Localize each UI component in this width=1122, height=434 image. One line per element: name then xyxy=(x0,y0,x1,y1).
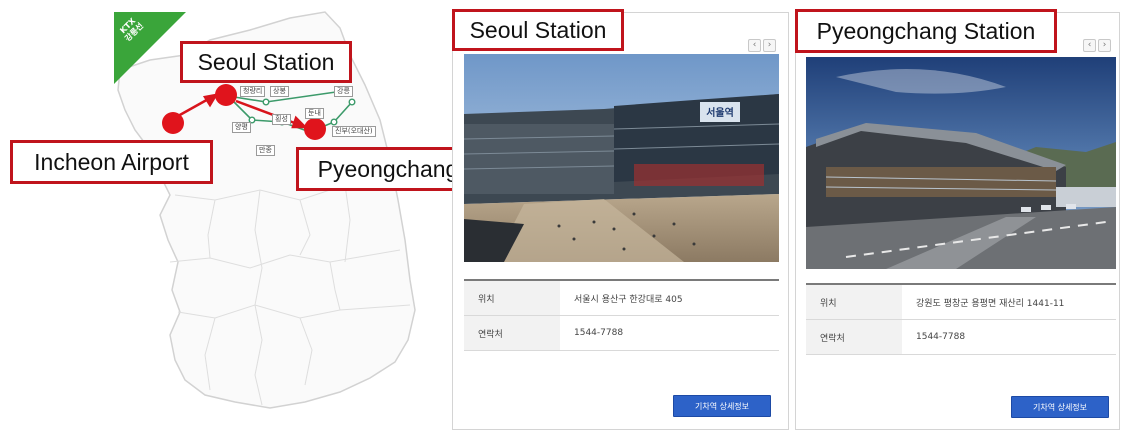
seoul-info-table: 위치 서울시 용산구 한강대로 405 연락처 1544-7788 xyxy=(464,279,779,351)
pyeongchang-station-photo xyxy=(806,57,1116,269)
table-row: 연락처 1544-7788 xyxy=(806,320,1116,355)
pyeongchang-detail-button[interactable]: 기차역 상세정보 xyxy=(1011,396,1109,418)
seoul-panel-nav: ‹ › xyxy=(748,39,776,52)
station-label: 강릉 xyxy=(334,86,353,97)
station-label: 진부(오대산) xyxy=(332,126,376,137)
station-label: 상봉 xyxy=(270,86,289,97)
station-label: 만종 xyxy=(256,145,275,156)
seoul-station-callout: Seoul Station xyxy=(180,41,352,83)
seoul-panel-title: Seoul Station xyxy=(452,9,624,51)
table-row: 위치 강원도 평창군 용평면 재산리 1441-11 xyxy=(806,285,1116,320)
station-label: 청량리 xyxy=(240,86,266,97)
location-key: 위치 xyxy=(464,281,560,315)
contact-key: 연락처 xyxy=(806,320,902,354)
location-value: 서울시 용산구 한강대로 405 xyxy=(574,294,683,305)
table-row: 연락처 1544-7788 xyxy=(464,316,779,351)
pyeongchang-panel-title: Pyeongchang Station xyxy=(795,9,1057,53)
station-label: 횡성 xyxy=(272,114,291,125)
seoul-station-panel: ‹ › 서울역 위치 서울시 용산구 한강대로 405 연락처 1544-778… xyxy=(452,12,789,430)
seoul-station-photo: 서울역 xyxy=(464,54,779,262)
pyeongchang-panel-nav: ‹ › xyxy=(1083,39,1111,52)
table-row: 위치 서울시 용산구 한강대로 405 xyxy=(464,281,779,316)
pyeongchang-info-table: 위치 강원도 평창군 용평면 재산리 1441-11 연락처 1544-7788 xyxy=(806,283,1116,355)
pyeongchang-dot xyxy=(304,118,326,140)
incheon-airport-callout: Incheon Airport xyxy=(10,140,213,184)
prev-arrow-icon[interactable]: ‹ xyxy=(748,39,761,52)
next-arrow-icon[interactable]: › xyxy=(763,39,776,52)
contact-value: 1544-7788 xyxy=(574,328,624,338)
pyeongchang-station-panel: ‹ › 위치 강원도 평창군 용평면 재산리 1441-11 연락처 1544-… xyxy=(795,12,1120,430)
prev-arrow-icon[interactable]: ‹ xyxy=(1083,39,1096,52)
location-value: 강원도 평창군 용평면 재산리 1441-11 xyxy=(916,298,1065,309)
contact-key: 연락처 xyxy=(464,316,560,350)
location-key: 위치 xyxy=(806,285,902,319)
station-label: 둔내 xyxy=(305,108,324,119)
incheon-dot xyxy=(162,112,184,134)
station-sign: 서울역 xyxy=(706,106,734,119)
next-arrow-icon[interactable]: › xyxy=(1098,39,1111,52)
contact-value: 1544-7788 xyxy=(916,332,966,342)
seoul-detail-button[interactable]: 기차역 상세정보 xyxy=(673,395,771,417)
station-label: 양평 xyxy=(232,122,251,133)
seoul-dot xyxy=(215,84,237,106)
